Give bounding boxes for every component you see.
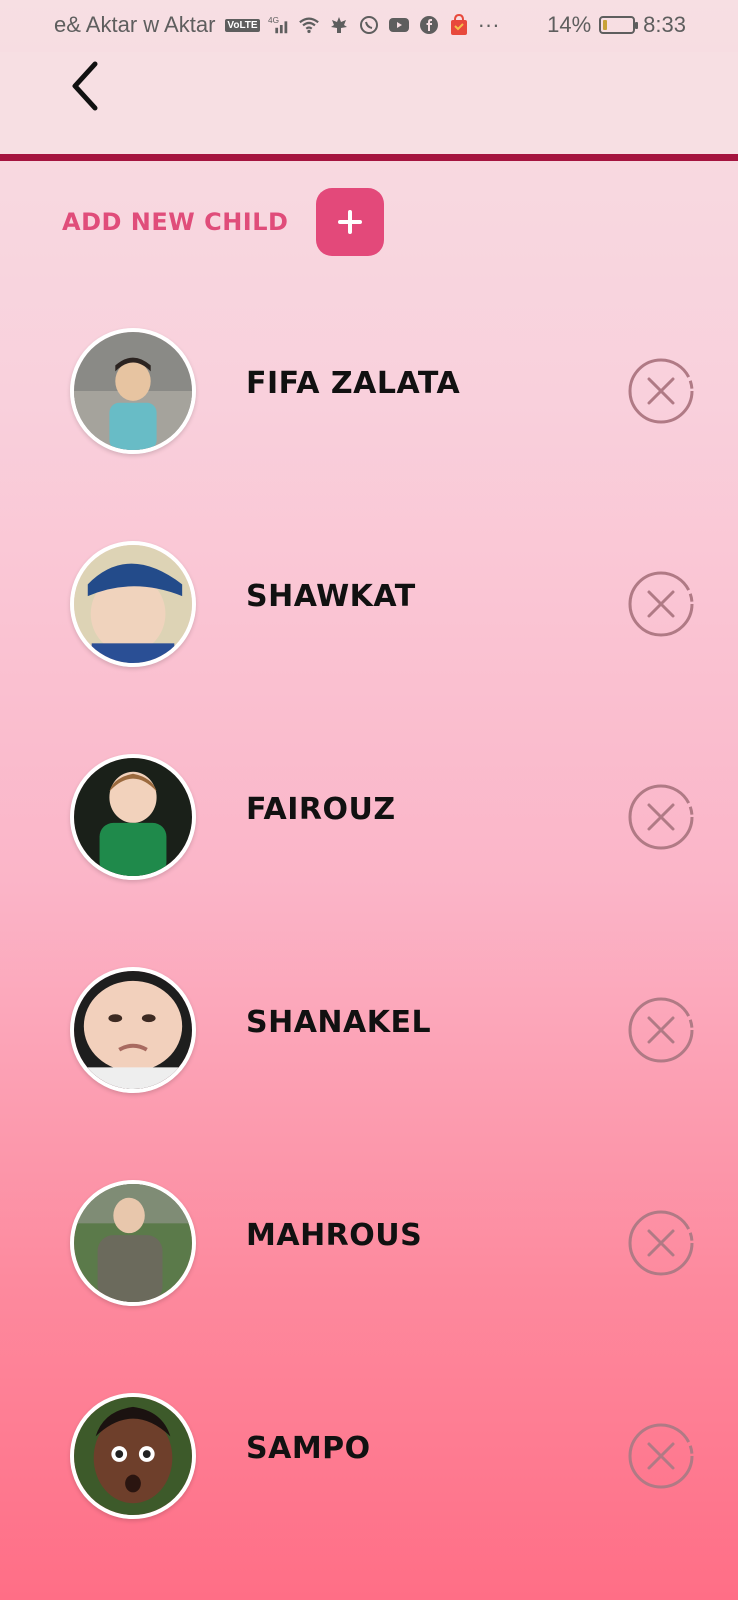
- child-avatar: [70, 328, 196, 454]
- child-avatar: [70, 541, 196, 667]
- child-avatar: [70, 967, 196, 1093]
- wifi-icon: [298, 14, 320, 36]
- header-divider: [0, 154, 738, 161]
- close-circle-icon[interactable]: [626, 356, 696, 426]
- child-row[interactable]: FIFA ZALATA: [0, 328, 738, 456]
- shopping-bag-icon: [448, 14, 470, 36]
- child-row[interactable]: SAMPO: [0, 1393, 738, 1521]
- more-notifications-icon: ···: [477, 12, 500, 37]
- battery-level-fill: [603, 20, 608, 30]
- child-name: SHAWKAT: [246, 579, 416, 614]
- clock: 8:33: [643, 12, 686, 37]
- add-new-child-label: ADD NEW CHILD: [62, 208, 289, 236]
- close-circle-icon[interactable]: [626, 1208, 696, 1278]
- plus-icon: [338, 210, 363, 234]
- whatsapp-icon: [358, 14, 380, 36]
- child-avatar: [70, 1180, 196, 1306]
- add-child-row: ADD NEW CHILD: [62, 188, 385, 256]
- close-circle-icon[interactable]: [626, 995, 696, 1065]
- close-circle-icon[interactable]: [626, 782, 696, 852]
- battery-icon: [599, 16, 639, 34]
- facebook-icon: [418, 14, 440, 36]
- close-circle-icon[interactable]: [626, 569, 696, 639]
- child-avatar: [70, 754, 196, 880]
- child-name: MAHROUS: [246, 1218, 423, 1253]
- child-name: FAIROUZ: [246, 792, 396, 827]
- battery-percent: 14%: [547, 12, 592, 37]
- child-row[interactable]: SHANAKEL: [0, 967, 738, 1095]
- volte-icon: VoLTE: [225, 18, 260, 32]
- signal-icon: 4G: [268, 14, 290, 36]
- child-row[interactable]: FAIROUZ: [0, 754, 738, 882]
- child-row[interactable]: SHAWKAT: [0, 541, 738, 669]
- child-name: SHANAKEL: [246, 1005, 432, 1040]
- child-name: FIFA ZALATA: [246, 366, 461, 401]
- add-child-button[interactable]: [316, 188, 385, 256]
- close-circle-icon[interactable]: [626, 1421, 696, 1491]
- child-avatar: [70, 1393, 196, 1519]
- status-left: e& Aktar w Aktar VoLTE 4G ···: [54, 12, 500, 38]
- carrier-name: e& Aktar w Aktar: [54, 12, 216, 37]
- status-bar: e& Aktar w Aktar VoLTE 4G ··· 14% 8:33: [0, 0, 738, 52]
- back-button[interactable]: [60, 56, 108, 116]
- network-type: 4G: [268, 16, 279, 25]
- child-name: SAMPO: [246, 1431, 371, 1466]
- app-header: [0, 52, 738, 154]
- youtube-icon: [388, 14, 410, 36]
- chevron-left-icon: [72, 61, 98, 111]
- child-row[interactable]: MAHROUS: [0, 1180, 738, 1308]
- maple-leaf-icon: [328, 14, 350, 36]
- status-right: 14% 8:33: [547, 12, 686, 38]
